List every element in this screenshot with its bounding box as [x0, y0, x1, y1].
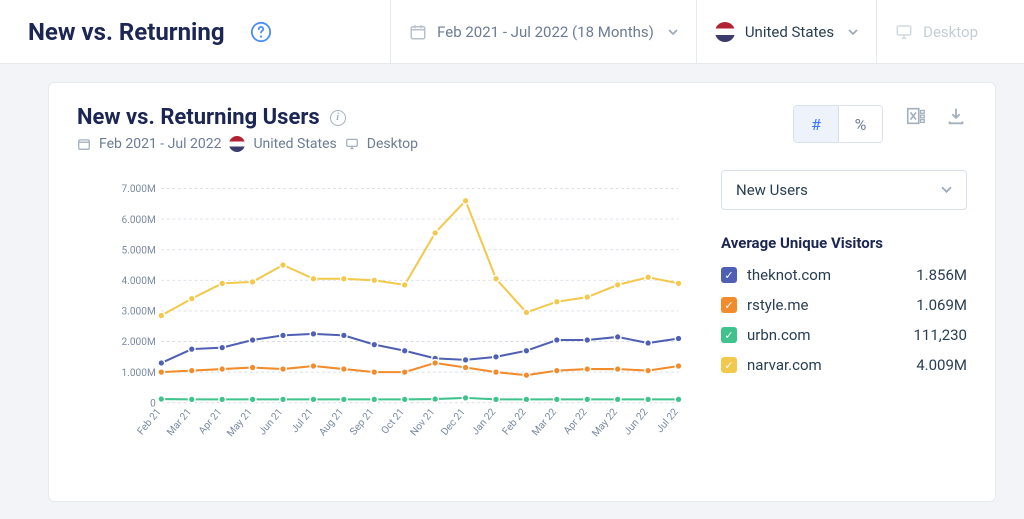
svg-text:Aug 21: Aug 21 — [317, 407, 346, 438]
svg-text:4.000M: 4.000M — [121, 276, 155, 287]
svg-text:Feb 22: Feb 22 — [501, 407, 529, 438]
legend-value: 1.069M — [916, 296, 967, 314]
line-chart: 01.000M2.000M3.000M4.000M5.000M6.000M7.0… — [117, 170, 697, 460]
panel-title: New vs. Returning Users — [77, 105, 320, 130]
calendar-icon — [409, 23, 427, 41]
svg-text:Jan 22: Jan 22 — [470, 407, 498, 438]
svg-text:5.000M: 5.000M — [121, 245, 155, 256]
svg-text:Jul 22: Jul 22 — [655, 407, 681, 435]
svg-text:7.000M: 7.000M — [121, 184, 155, 195]
legend-item[interactable]: ✓ rstyle.me 1.069M — [721, 296, 967, 314]
toggle-number[interactable]: # — [794, 106, 838, 142]
svg-text:Dec 21: Dec 21 — [439, 407, 468, 438]
svg-text:Nov 21: Nov 21 — [409, 407, 438, 438]
legend-swatch: ✓ — [721, 327, 737, 343]
svg-text:1.000M: 1.000M — [121, 368, 155, 379]
svg-text:Mar 22: Mar 22 — [530, 407, 559, 439]
value-mode-toggle: # % — [793, 105, 883, 143]
svg-text:Sep 21: Sep 21 — [348, 407, 376, 438]
svg-text:Apr 22: Apr 22 — [562, 407, 590, 437]
download-icon[interactable] — [945, 105, 967, 131]
legend-value: 4.009M — [916, 356, 967, 374]
legend-swatch: ✓ — [721, 297, 737, 313]
svg-text:6.000M: 6.000M — [121, 215, 155, 226]
chart-panel: New vs. Returning Users i Feb 2021 - Jul… — [48, 82, 996, 502]
legend-name: narvar.com — [747, 356, 906, 374]
svg-text:Feb 21: Feb 21 — [136, 407, 164, 437]
dropdown-value: New Users — [736, 181, 808, 199]
legend-name: theknot.com — [747, 266, 906, 284]
legend-swatch: ✓ — [721, 267, 737, 283]
chevron-down-icon — [848, 27, 858, 37]
help-icon[interactable] — [249, 20, 273, 44]
svg-text:May 22: May 22 — [590, 407, 620, 440]
svg-text:3.000M: 3.000M — [121, 307, 155, 318]
us-flag-icon — [715, 22, 735, 42]
metric-dropdown[interactable]: New Users — [721, 170, 967, 210]
country-label: United States — [745, 23, 834, 41]
date-range-selector[interactable]: Feb 2021 - Jul 2022 (18 Months) — [390, 0, 696, 63]
chevron-down-icon — [941, 181, 952, 199]
svg-text:Jun 21: Jun 21 — [257, 407, 285, 438]
device-label: Desktop — [923, 23, 978, 41]
desktop-icon — [895, 23, 913, 41]
svg-text:Jul 21: Jul 21 — [290, 407, 316, 435]
panel-date-range: Feb 2021 - Jul 2022 — [99, 136, 221, 152]
legend-title: Average Unique Visitors — [721, 234, 967, 252]
svg-text:Jun 22: Jun 22 — [622, 407, 650, 438]
legend-value: 1.856M — [916, 266, 967, 284]
calendar-icon — [77, 137, 91, 151]
legend-item[interactable]: ✓ theknot.com 1.856M — [721, 266, 967, 284]
svg-text:Oct 21: Oct 21 — [380, 407, 407, 437]
legend-value: 111,230 — [913, 326, 967, 344]
svg-text:May 21: May 21 — [225, 407, 255, 439]
svg-text:Mar 21: Mar 21 — [165, 407, 194, 438]
export-excel-icon[interactable] — [905, 105, 927, 131]
country-selector[interactable]: United States — [696, 0, 876, 63]
page-title: New vs. Returning — [28, 18, 225, 46]
panel-device: Desktop — [367, 136, 418, 152]
panel-country: United States — [253, 136, 336, 152]
legend-swatch: ✓ — [721, 357, 737, 373]
us-flag-icon — [229, 136, 245, 152]
legend-item[interactable]: ✓ urbn.com 111,230 — [721, 326, 967, 344]
top-toolbar: New vs. Returning Feb 2021 - Jul 2022 (1… — [0, 0, 1024, 64]
info-icon[interactable]: i — [330, 110, 346, 126]
date-range-label: Feb 2021 - Jul 2022 (18 Months) — [437, 23, 654, 41]
legend-name: urbn.com — [747, 326, 903, 344]
desktop-icon — [345, 137, 359, 151]
svg-text:2.000M: 2.000M — [121, 337, 155, 348]
legend-name: rstyle.me — [747, 296, 906, 314]
legend-list: ✓ theknot.com 1.856M✓ rstyle.me 1.069M✓ … — [721, 266, 967, 374]
toggle-percent[interactable]: % — [838, 106, 882, 142]
svg-text:Apr 21: Apr 21 — [197, 407, 224, 437]
device-selector: Desktop — [876, 0, 996, 63]
legend-item[interactable]: ✓ narvar.com 4.009M — [721, 356, 967, 374]
chart-area: 01.000M2.000M3.000M4.000M5.000M6.000M7.0… — [77, 170, 697, 464]
chevron-down-icon — [668, 27, 678, 37]
